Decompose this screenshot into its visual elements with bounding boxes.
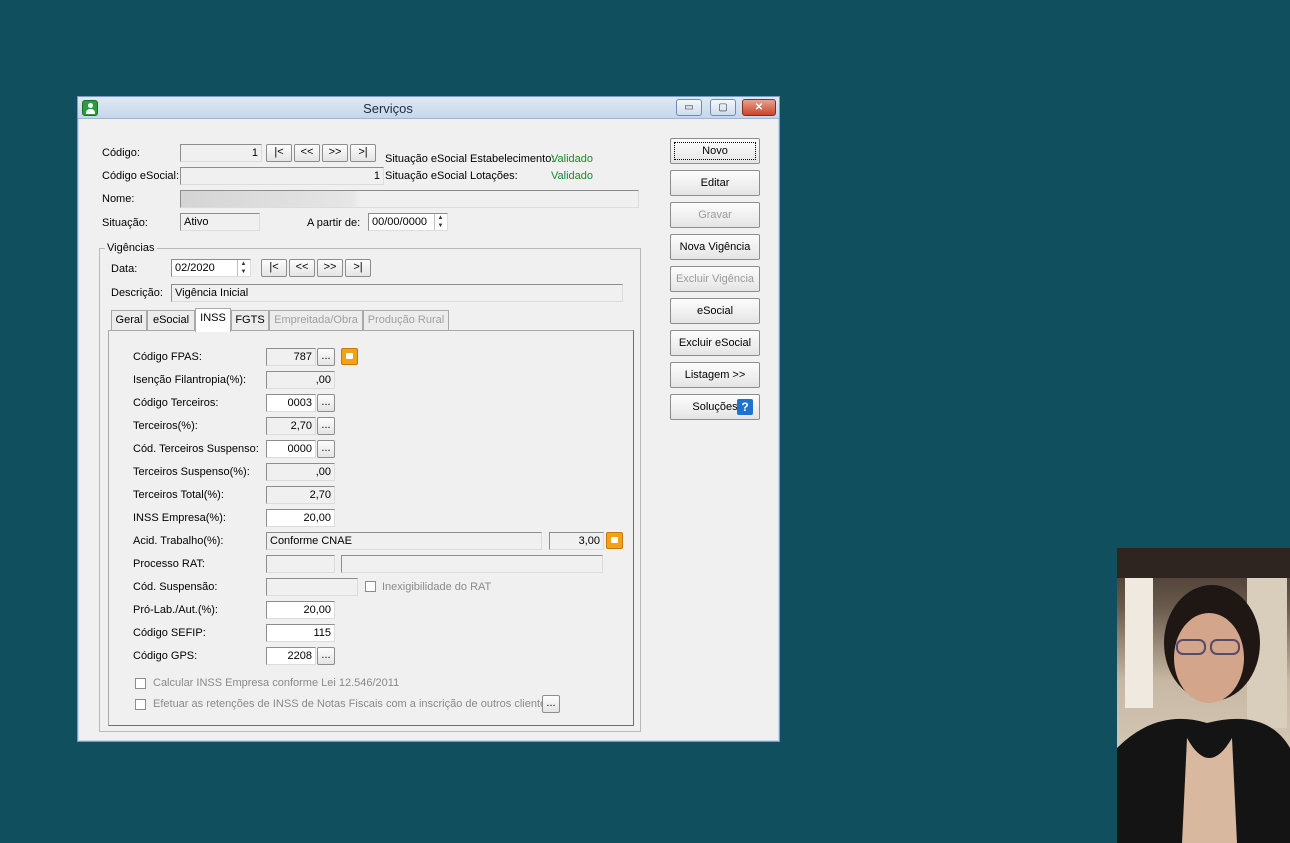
novo-button[interactable]: Novo [670,138,760,164]
acid-trabalho-label: Acid. Trabalho(%): [133,535,224,547]
codigo-esocial-field[interactable]: 1 [180,167,384,185]
terceiros-total-label: Terceiros Total(%): [133,489,224,501]
codigo-sefip-field[interactable]: 115 [266,624,335,642]
gravar-button[interactable]: Gravar [670,202,760,228]
previous-record-button[interactable]: << [294,144,320,162]
title-bar[interactable]: Serviços ▭ ▢ ✕ [78,97,779,119]
inexigibilidade-rat-checkbox[interactable] [365,581,376,592]
terceiros-field[interactable]: 2,70 [266,417,316,435]
novo-button-label: Novo [702,145,728,157]
terceiros-lookup-button[interactable]: ... [317,417,335,435]
acid-trabalho-field[interactable]: 3,00 [549,532,604,550]
next-record-button[interactable]: >> [322,144,348,162]
listagem-button[interactable]: Listagem >> [670,362,760,388]
processo-rat-label: Processo RAT: [133,558,205,570]
codigo-fpas-lookup-button[interactable]: ... [317,348,335,366]
presenter-video-image [1117,548,1290,843]
cod-terceiros-suspenso-lookup-button[interactable]: ... [317,440,335,458]
inss-empresa-field[interactable]: 20,00 [266,509,335,527]
tab-geral[interactable]: Geral [111,310,147,330]
terceiros-total-field[interactable]: 2,70 [266,486,335,504]
window-title: Serviços [363,101,413,116]
cod-terceiros-suspenso-field[interactable]: 0000 [266,440,316,458]
situacao-esocial-estabelecimento-label: Situação eSocial Estabelecimento: [385,153,555,165]
esocial-button[interactable]: eSocial [670,298,760,324]
situacao-label: Situação: [102,217,148,229]
processo-rat-field[interactable] [266,555,335,573]
terceiros-suspenso-label: Terceiros Suspenso(%): [133,466,250,478]
inexigibilidade-rat-label: Inexigibilidade do RAT [382,581,492,593]
nome-label: Nome: [102,193,135,205]
inss-empresa-label: INSS Empresa(%): [133,512,226,524]
solucoes-button-label: Soluções [692,401,738,413]
servicos-window: Serviços ▭ ▢ ✕ Código: 1 |< << >> >| Sit… [77,96,780,742]
codigo-fpas-detail-icon[interactable] [341,348,358,365]
vigencia-previous-button[interactable]: << [289,259,315,277]
terceiros-label: Terceiros(%): [133,420,198,432]
pro-lab-aut-field[interactable]: 20,00 [266,601,335,619]
cod-suspensao-label: Cód. Suspensão: [133,581,218,593]
terceiros-suspenso-field[interactable]: ,00 [266,463,335,481]
maximize-button[interactable]: ▢ [710,99,736,116]
editar-button[interactable]: Editar [670,170,760,196]
efetuar-retencoes-label: Efetuar as retenções de INSS de Notas Fi… [153,698,552,710]
situacao-field[interactable]: Ativo [180,213,260,231]
data-spin-icon[interactable]: ▲ ▼ [237,260,249,276]
solucoes-button[interactable]: Soluções ? [670,394,760,420]
tab-empreitada-obra: Empreitada/Obra [269,310,363,330]
a-partir-de-label: A partir de: [307,217,361,229]
codigo-gps-label: Código GPS: [133,650,198,662]
calcular-inss-empresa-label: Calcular INSS Empresa conforme Lei 12.54… [153,677,400,689]
acid-trabalho-select[interactable]: Conforme CNAE [266,532,542,550]
processo-rat-description-field[interactable] [341,555,603,573]
excluir-vigencia-button[interactable]: Excluir Vigência [670,266,760,292]
last-record-button[interactable]: >| [350,144,376,162]
first-record-button[interactable]: |< [266,144,292,162]
isencao-filantropia-field[interactable]: ,00 [266,371,335,389]
calcular-inss-empresa-checkbox[interactable] [135,678,146,689]
codigo-gps-field[interactable]: 2208 [266,647,316,665]
situacao-esocial-estabelecimento-value: Validado [551,153,593,165]
tab-fgts[interactable]: FGTS [231,310,269,330]
isencao-filantropia-label: Isenção Filantropia(%): [133,374,247,386]
codigo-label: Código: [102,147,140,159]
codigo-fpas-label: Código FPAS: [133,351,202,363]
efetuar-retencoes-checkbox[interactable] [135,699,146,710]
situacao-esocial-lotacoes-label: Situação eSocial Lotações: [385,170,518,182]
acid-trabalho-detail-icon[interactable] [606,532,623,549]
cod-terceiros-suspenso-label: Cód. Terceiros Suspenso: [133,443,259,455]
codigo-terceiros-field[interactable]: 0003 [266,394,316,412]
codigo-fpas-field[interactable]: 787 [266,348,316,366]
codigo-sefip-label: Código SEFIP: [133,627,206,639]
tab-esocial[interactable]: eSocial [147,310,195,330]
pro-lab-aut-label: Pró-Lab./Aut.(%): [133,604,218,616]
vigencias-group-label: Vigências [105,242,157,254]
inss-tab-panel [108,330,634,726]
nova-vigencia-button[interactable]: Nova Vigência [670,234,760,260]
descricao-field[interactable]: Vigência Inicial [171,284,623,302]
tab-inss[interactable]: INSS [195,308,231,332]
data-label: Data: [111,263,138,275]
help-icon: ? [737,399,753,415]
minimize-button[interactable]: ▭ [676,99,702,116]
codigo-esocial-label: Código eSocial: [102,170,180,182]
a-partir-de-spin-icon[interactable]: ▲ ▼ [434,214,446,230]
descricao-label: Descrição: [111,287,163,299]
cod-suspensao-field[interactable] [266,578,358,596]
vigencia-last-button[interactable]: >| [345,259,371,277]
situacao-esocial-lotacoes-value: Validado [551,170,593,182]
codigo-terceiros-lookup-button[interactable]: ... [317,394,335,412]
codigo-field[interactable]: 1 [180,144,262,162]
excluir-esocial-button[interactable]: Excluir eSocial [670,330,760,356]
close-button[interactable]: ✕ [742,99,776,116]
webcam-overlay [1117,548,1290,843]
vigencia-next-button[interactable]: >> [317,259,343,277]
nome-field[interactable] [180,190,639,208]
tab-producao-rural: Produção Rural [363,310,449,330]
efetuar-retencoes-lookup-button[interactable]: ... [542,695,560,713]
vigencia-first-button[interactable]: |< [261,259,287,277]
codigo-gps-lookup-button[interactable]: ... [317,647,335,665]
codigo-terceiros-label: Código Terceiros: [133,397,219,409]
